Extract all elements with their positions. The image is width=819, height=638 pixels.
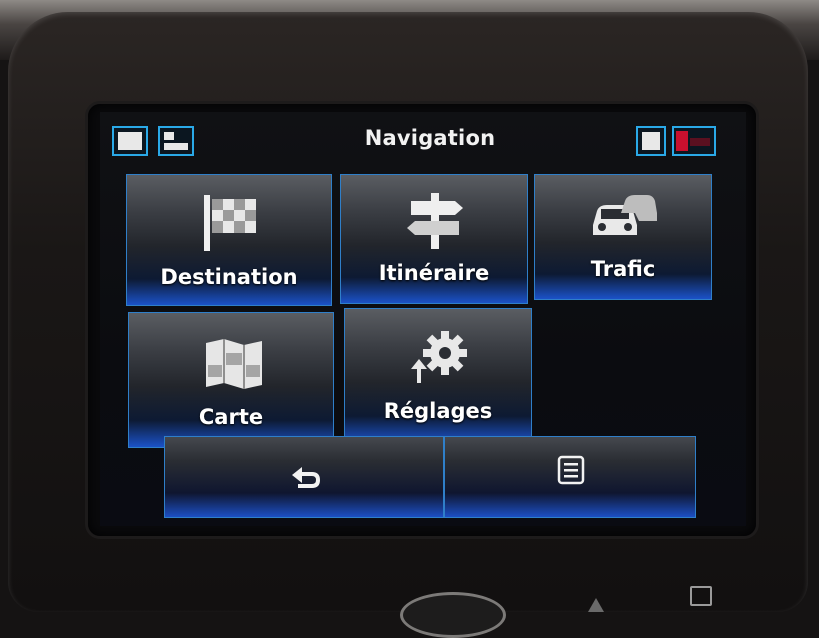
- map-icon: [206, 339, 262, 389]
- volume-knob[interactable]: [400, 592, 506, 638]
- signal-icon[interactable]: [672, 126, 716, 156]
- tile-itineraire[interactable]: Itinéraire: [340, 174, 528, 304]
- split-view-icon[interactable]: [158, 126, 194, 156]
- infotainment-screen: Navigation Destination Itinéraire Trafic…: [100, 112, 746, 526]
- phone-icon[interactable]: [636, 126, 666, 156]
- tile-itineraire-label: Itinéraire: [378, 261, 490, 285]
- page-title: Navigation: [364, 126, 496, 150]
- menu-button[interactable]: [444, 436, 696, 518]
- tile-trafic[interactable]: Trafic: [534, 174, 712, 300]
- tile-reglages-label: Réglages: [383, 399, 493, 423]
- signpost-icon: [407, 193, 463, 249]
- tile-reglages[interactable]: Réglages: [344, 308, 532, 444]
- tile-carte[interactable]: Carte: [128, 312, 334, 448]
- back-button[interactable]: [164, 436, 444, 518]
- top-bar: Navigation: [100, 112, 746, 164]
- map-view-icon[interactable]: [112, 126, 148, 156]
- back-arrow-icon: [292, 467, 320, 488]
- tile-carte-label: Carte: [198, 405, 264, 429]
- traffic-car-icon: [593, 195, 657, 235]
- tile-destination[interactable]: Destination: [126, 174, 332, 306]
- gear-icon: [411, 331, 467, 383]
- menu-list-icon: [557, 455, 585, 485]
- hazard-icon[interactable]: [588, 598, 604, 612]
- bottom-bar: [164, 436, 696, 520]
- tile-destination-label: Destination: [160, 265, 298, 289]
- dash-button[interactable]: [690, 586, 712, 606]
- tile-trafic-label: Trafic: [590, 257, 656, 281]
- flag-icon: [204, 195, 256, 251]
